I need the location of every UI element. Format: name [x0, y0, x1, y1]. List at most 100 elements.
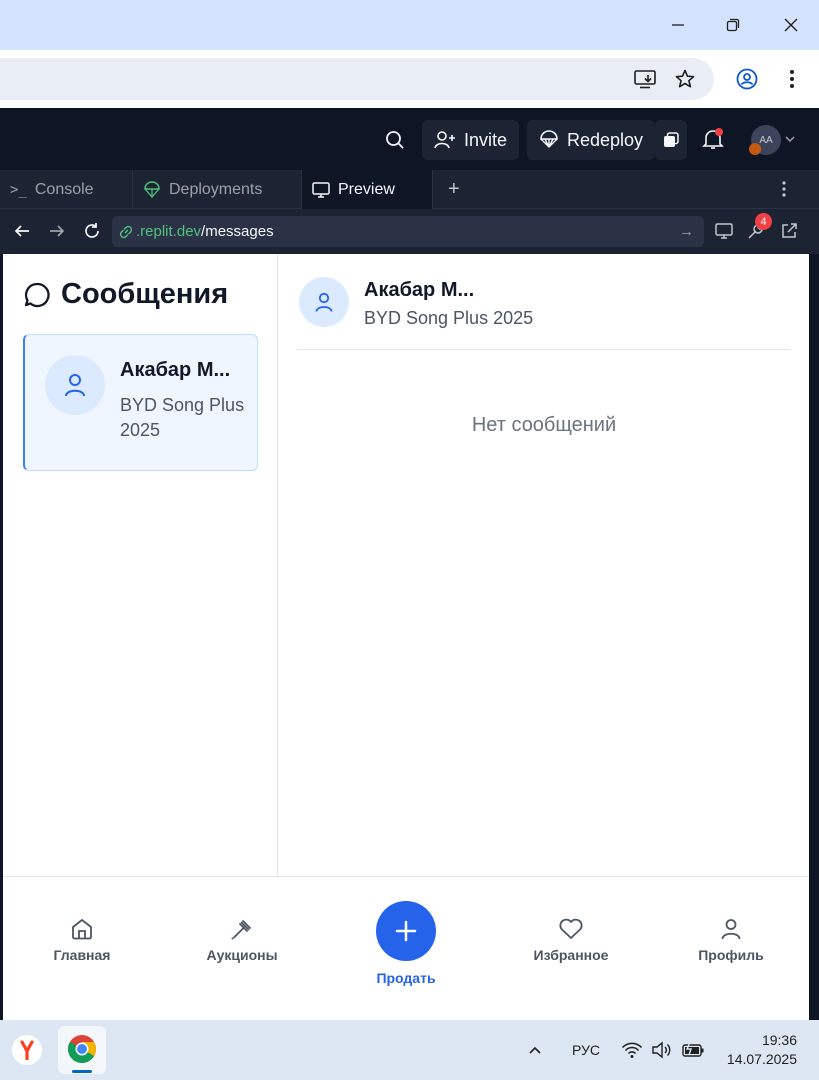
preview-frame: Сообщения Акабар М... BYD Song Plus 2025…: [3, 254, 809, 1020]
minimize-button[interactable]: [663, 10, 693, 40]
preview-url-row: .replit.dev /messages → 4: [0, 209, 819, 254]
browser-toolbar: [0, 50, 819, 108]
conversation-item[interactable]: Акабар М... BYD Song Plus 2025: [23, 334, 258, 471]
restore-icon: [726, 18, 740, 32]
devtools-button[interactable]: 4: [742, 213, 772, 245]
url-domain: .replit.dev: [136, 223, 202, 240]
clock-date: 14.07.2025: [726, 1051, 797, 1067]
tab-deployments[interactable]: Deployments: [133, 170, 302, 209]
chevron-up-icon: [529, 1046, 541, 1054]
nav-auctions[interactable]: Аукционы: [182, 917, 302, 963]
home-icon: [72, 919, 92, 940]
page-title: Сообщения: [23, 278, 228, 311]
page-title-text: Сообщения: [61, 278, 229, 310]
monitor-icon: [312, 181, 330, 198]
browser-titlebar: [0, 0, 819, 50]
clock-time: 19:36: [761, 1032, 797, 1048]
reload-button[interactable]: [78, 217, 106, 245]
copy-icon: [664, 132, 679, 147]
chat-header: Акабар М... BYD Song Plus 2025: [297, 254, 790, 350]
plus-icon: [395, 920, 417, 942]
conversations-panel: Сообщения Акабар М... BYD Song Plus 2025: [3, 254, 278, 876]
conversation-subtitle: BYD Song Plus 2025: [120, 395, 245, 440]
device-preview-button[interactable]: [710, 217, 738, 245]
star-icon: [675, 69, 695, 88]
url-path: /messages: [201, 223, 274, 240]
message-circle-icon: [24, 282, 50, 307]
back-button[interactable]: [8, 217, 36, 245]
deploy-icon: [144, 180, 160, 198]
status-badge: [749, 143, 761, 155]
nav-label: Главная: [53, 947, 111, 963]
tab-label: Deployments: [169, 180, 263, 198]
tab-preview[interactable]: Preview: [302, 170, 433, 209]
language-indicator[interactable]: РУС: [572, 1020, 600, 1080]
user-icon: [65, 374, 85, 397]
close-window-button[interactable]: [776, 10, 806, 40]
wifi-icon: [621, 1042, 643, 1058]
gavel-icon: [231, 920, 251, 940]
arrow-right-icon: [50, 225, 65, 237]
notifications-button[interactable]: [698, 124, 728, 154]
minimize-icon: [672, 24, 684, 26]
external-link-icon: [782, 223, 797, 238]
preview-url-input[interactable]: .replit.dev /messages →: [112, 216, 704, 247]
arrow-left-icon: [14, 225, 29, 237]
link-icon: [119, 225, 133, 238]
search-button[interactable]: [380, 125, 410, 155]
redeploy-label: Redeploy: [567, 129, 644, 150]
redeploy-options-button[interactable]: [655, 120, 687, 160]
user-icon: [315, 292, 333, 312]
active-indicator: [72, 1070, 92, 1073]
sell-label[interactable]: Продать: [346, 970, 466, 986]
avatar-initials: AA: [759, 134, 773, 146]
avatar[interactable]: AA: [749, 125, 781, 155]
show-hidden-icons-button[interactable]: [527, 1020, 543, 1080]
install-app-button[interactable]: [630, 64, 660, 94]
plus-icon: +: [448, 178, 460, 200]
volume-icon: [652, 1041, 671, 1059]
profile-button[interactable]: [732, 64, 762, 94]
bookmark-star-button[interactable]: [670, 64, 700, 94]
avatar: [45, 355, 105, 415]
account-circle-icon: [736, 68, 758, 90]
address-bar[interactable]: [0, 58, 714, 100]
invite-label: Invite: [464, 129, 508, 150]
chat-contact-subtitle: BYD Song Plus 2025: [364, 308, 534, 328]
nav-home[interactable]: Главная: [22, 917, 142, 963]
more-vertical-icon: [790, 70, 794, 88]
open-new-tab-button[interactable]: [775, 217, 803, 245]
bottom-nav: Главная Аукционы Продать Избранное Профи…: [3, 876, 809, 1020]
yandex-browser-icon[interactable]: [12, 1035, 42, 1065]
go-arrow-icon[interactable]: →: [679, 223, 694, 240]
nav-label: Профиль: [698, 947, 764, 963]
add-user-icon: [434, 131, 455, 149]
install-app-icon: [634, 70, 656, 89]
replit-header: Invite Redeploy AA: [0, 108, 819, 170]
conversation-name: Акабар М...: [120, 359, 231, 381]
close-icon: [784, 18, 798, 32]
clock[interactable]: 19:36 14.07.2025: [715, 1031, 797, 1069]
replit-workspace: Invite Redeploy AA >_ Console Deployment…: [0, 108, 819, 1020]
sell-button[interactable]: [376, 901, 436, 961]
tabs-menu-button[interactable]: [781, 180, 787, 203]
battery-icon: [682, 1041, 704, 1057]
system-tray-icons[interactable]: [621, 1020, 705, 1080]
chrome-taskbar-button[interactable]: [58, 1026, 106, 1074]
tab-label: Console: [34, 180, 94, 198]
nav-profile[interactable]: Профиль: [671, 917, 791, 963]
user-icon: [721, 919, 741, 940]
tab-console[interactable]: >_ Console: [0, 170, 133, 209]
heart-icon: [559, 918, 583, 939]
monitor-icon: [715, 223, 733, 239]
forward-button[interactable]: [43, 217, 71, 245]
restore-button[interactable]: [718, 10, 748, 40]
nav-favorites[interactable]: Избранное: [511, 917, 631, 963]
chat-contact-name: Акабар М...: [364, 279, 475, 301]
browser-menu-button[interactable]: [777, 64, 807, 94]
invite-button[interactable]: Invite: [422, 120, 520, 160]
nav-label: Аукционы: [206, 947, 278, 963]
chevron-down-icon[interactable]: [784, 132, 796, 150]
redeploy-button[interactable]: Redeploy: [527, 120, 656, 160]
new-tab-button[interactable]: +: [438, 170, 468, 209]
